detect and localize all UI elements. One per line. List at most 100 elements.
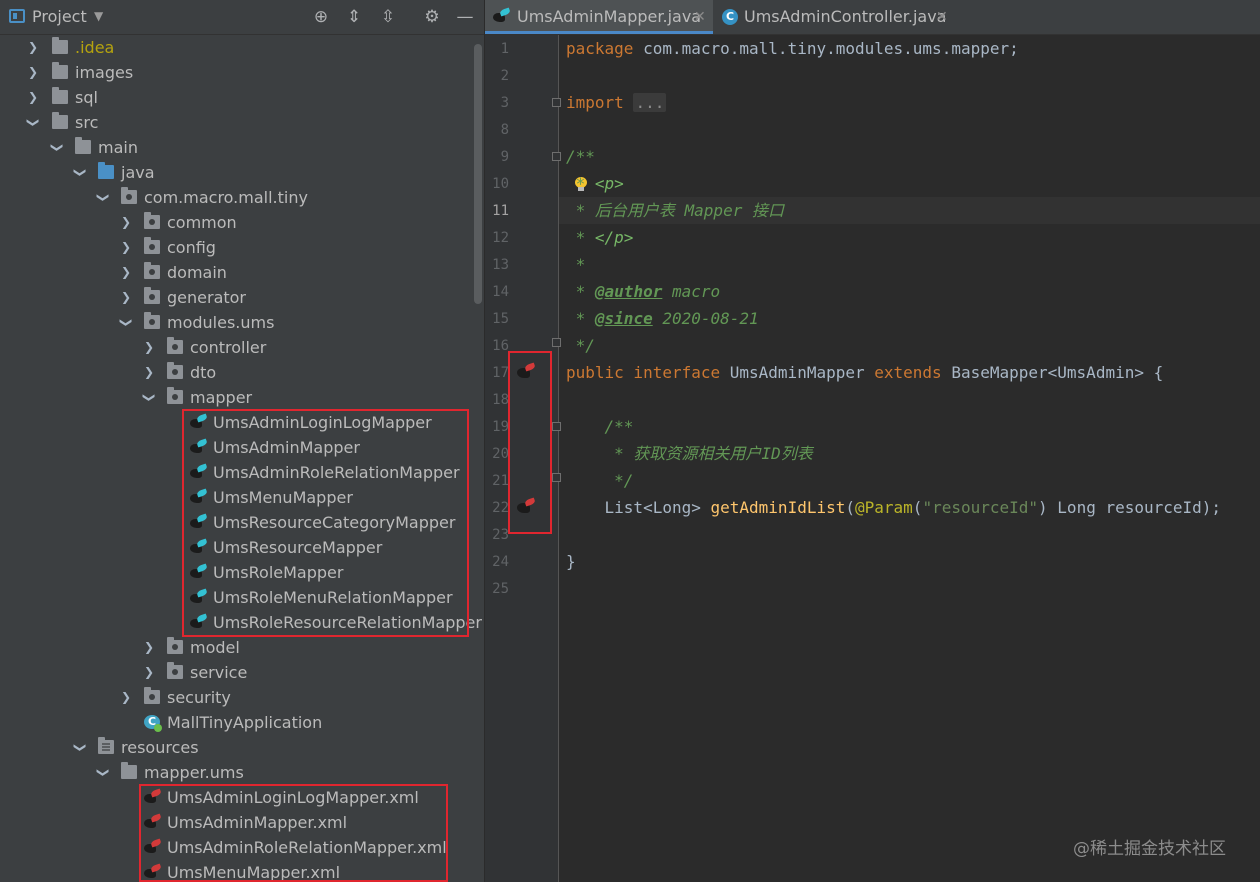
line-number: 24: [485, 554, 509, 570]
tree-item-images[interactable]: ❯ images: [0, 60, 484, 85]
chevron-down-icon[interactable]: ❯: [68, 166, 93, 180]
tree-item-mapper-ums[interactable]: ❯mapper.ums: [0, 760, 484, 785]
chevron-down-icon[interactable]: ❯: [91, 766, 116, 780]
tree-item-main[interactable]: ❯main: [0, 135, 484, 160]
keyword: import: [566, 93, 624, 112]
chevron-right-icon[interactable]: ❯: [119, 260, 133, 285]
chevron-right-icon[interactable]: ❯: [142, 660, 156, 685]
chevron-right-icon[interactable]: ❯: [142, 635, 156, 660]
hide-panel-icon[interactable]: —: [454, 6, 476, 28]
tree-item-label: modules.ums: [167, 312, 274, 333]
tree-item-label: common: [167, 212, 237, 233]
code-line-9: /**: [566, 143, 595, 170]
package-icon: [167, 390, 183, 404]
tree-item-label: images: [75, 62, 133, 83]
code-line-12: * </p>: [566, 224, 633, 251]
collapse-all-icon[interactable]: ⇳: [377, 6, 399, 28]
code-line-17: public interface UmsAdminMapper extends …: [566, 359, 1163, 386]
chevron-right-icon[interactable]: ❯: [119, 210, 133, 235]
interface-name: UmsAdminMapper: [720, 363, 874, 382]
code-line-1: package com.macro.mall.tiny.modules.ums.…: [566, 35, 1019, 62]
chevron-right-icon[interactable]: ❯: [142, 335, 156, 360]
line-number: 9: [485, 149, 509, 165]
tree-item-common[interactable]: ❯ common: [0, 210, 484, 235]
close-icon[interactable]: ✕: [694, 0, 706, 34]
tree-item-controller[interactable]: ❯controller: [0, 335, 484, 360]
package-icon: [121, 190, 137, 204]
locate-file-icon[interactable]: ⊕: [310, 6, 332, 28]
tree-item-label: domain: [167, 262, 227, 283]
chevron-right-icon[interactable]: ❯: [26, 85, 40, 110]
code-line-21: */: [566, 467, 633, 494]
string-literal: "resourceId": [922, 498, 1038, 517]
line-number: 12: [485, 230, 509, 246]
chevron-down-icon[interactable]: ▼: [94, 9, 103, 23]
tree-item-dto[interactable]: ❯dto: [0, 360, 484, 385]
chevron-right-icon[interactable]: ❯: [119, 685, 133, 710]
line-number: 22: [485, 500, 509, 516]
chevron-right-icon[interactable]: ❯: [119, 285, 133, 310]
tree-item-security[interactable]: ❯ security: [0, 685, 484, 710]
tree-item-resources[interactable]: ❯resources: [0, 735, 484, 760]
code-line-14: * @author macro: [566, 278, 720, 305]
code-line-19: /**: [566, 413, 633, 440]
tree-item-java[interactable]: ❯java: [0, 160, 484, 185]
chevron-down-icon[interactable]: ❯: [137, 391, 162, 405]
tree-item-modules-ums[interactable]: ❯ modules.ums: [0, 310, 484, 335]
tree-item-label: security: [167, 687, 231, 708]
tree-item-idea[interactable]: ❯.idea: [0, 35, 484, 60]
folder-icon: [52, 90, 68, 104]
mapper-xml-highlight: [139, 784, 448, 882]
tab-ums-admin-mapper[interactable]: UmsAdminMapper.java ✕: [485, 0, 713, 34]
java-class-icon: [722, 9, 738, 25]
tree-item-label: mapper: [190, 387, 252, 408]
chevron-down-icon[interactable]: ❯: [114, 316, 139, 330]
code-line-20: * 获取资源相关用户ID列表: [566, 440, 813, 467]
tree-item-application[interactable]: MallTinyApplication: [0, 710, 484, 735]
code-line-13: *: [566, 251, 585, 278]
gear-icon[interactable]: ⚙: [421, 6, 443, 28]
folded-imports[interactable]: ...: [633, 93, 666, 112]
comment-star: *: [566, 282, 595, 301]
line-number-current: 11: [485, 203, 509, 219]
tree-item-model[interactable]: ❯ model: [0, 635, 484, 660]
chevron-right-icon[interactable]: ❯: [26, 60, 40, 85]
mapper-interfaces-highlight: [182, 409, 469, 637]
tree-item-label: model: [190, 637, 240, 658]
html-tag: <p>: [595, 174, 624, 193]
package-icon: [144, 315, 160, 329]
close-icon[interactable]: ✕: [936, 0, 948, 34]
code-editor[interactable]: package com.macro.mall.tiny.modules.ums.…: [559, 35, 1260, 882]
chevron-down-icon[interactable]: ❯: [45, 141, 70, 155]
mybatis-mapper-icon: [493, 9, 509, 25]
chevron-down-icon[interactable]: ❯: [68, 741, 93, 755]
code-line-16: */: [566, 332, 595, 359]
package-icon: [144, 240, 160, 254]
package-name: com.macro.mall.tiny.modules.ums.mapper;: [633, 39, 1018, 58]
tree-item-package-root[interactable]: ❯com.macro.mall.tiny: [0, 185, 484, 210]
chevron-down-icon[interactable]: ❯: [91, 191, 116, 205]
javadoc-value: macro: [662, 282, 720, 301]
tree-item-config[interactable]: ❯config: [0, 235, 484, 260]
html-tag: </p>: [595, 228, 634, 247]
line-number: 2: [485, 68, 509, 84]
tree-item-label: MallTinyApplication: [167, 712, 322, 733]
tree-item-service[interactable]: ❯service: [0, 660, 484, 685]
project-panel-header: Project ▼ ⊕ ⇕ ⇳ ⚙ —: [0, 0, 484, 35]
line-number: 10: [485, 176, 509, 192]
folder-icon: [75, 140, 91, 154]
chevron-down-icon[interactable]: ❯: [21, 116, 46, 130]
tab-ums-admin-controller[interactable]: UmsAdminController.java ✕: [715, 0, 955, 34]
chevron-right-icon[interactable]: ❯: [26, 35, 40, 60]
expand-all-icon[interactable]: ⇕: [343, 6, 365, 28]
tree-item-sql[interactable]: ❯sql: [0, 85, 484, 110]
project-panel-title[interactable]: Project: [32, 7, 87, 26]
chevron-right-icon[interactable]: ❯: [142, 360, 156, 385]
chevron-right-icon[interactable]: ❯: [119, 235, 133, 260]
tree-item-generator[interactable]: ❯generator: [0, 285, 484, 310]
line-number: 21: [485, 473, 509, 489]
tree-item-mapper[interactable]: ❯ mapper: [0, 385, 484, 410]
tree-item-domain[interactable]: ❯ domain: [0, 260, 484, 285]
folder-icon: [52, 115, 68, 129]
tree-item-src[interactable]: ❯src: [0, 110, 484, 135]
